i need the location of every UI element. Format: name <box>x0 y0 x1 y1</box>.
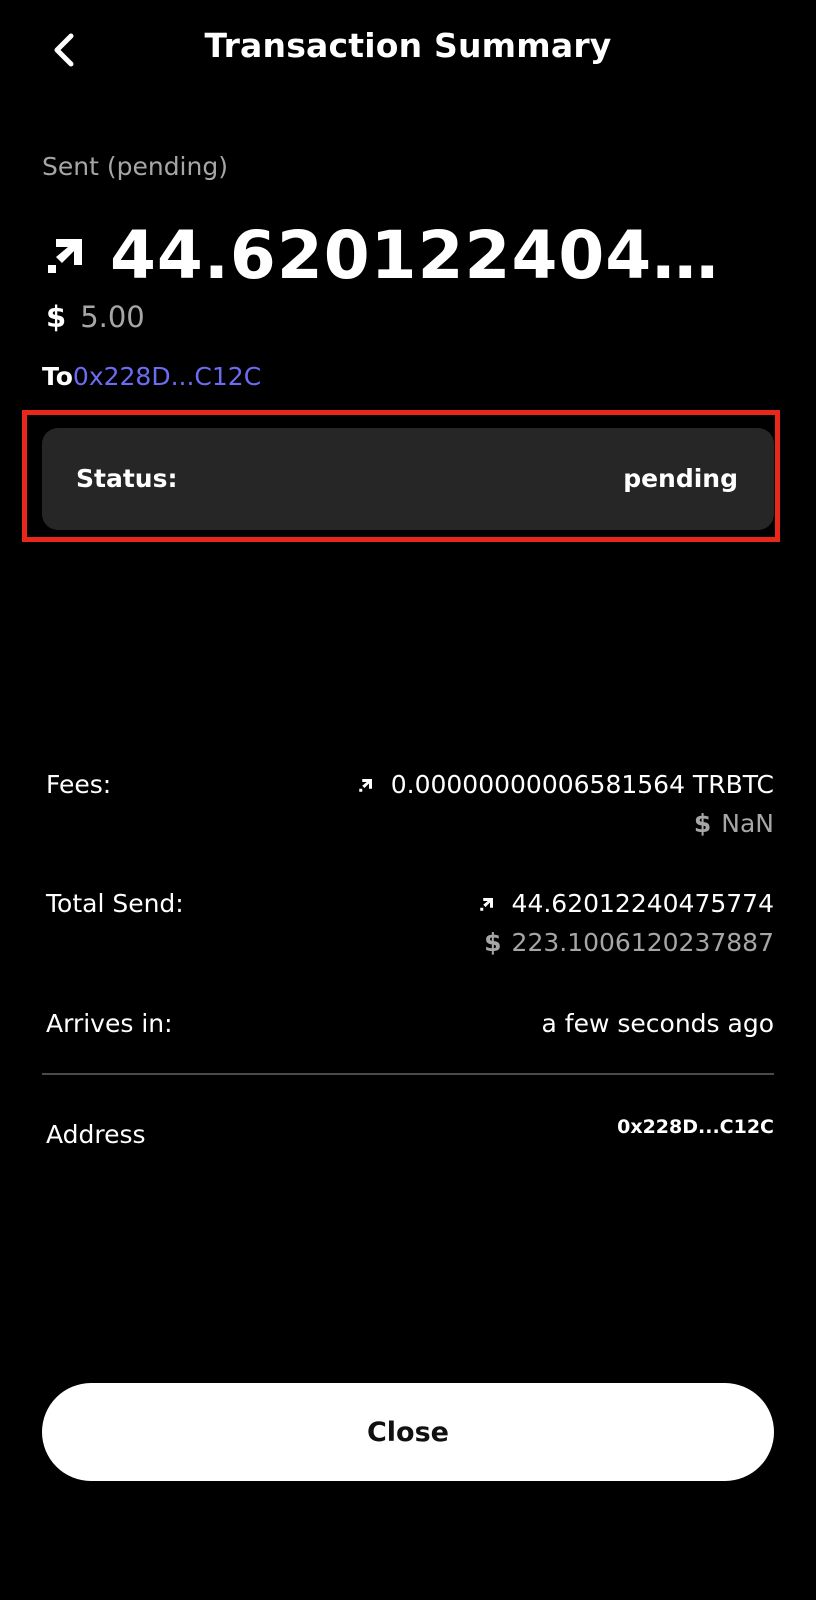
to-label: To <box>42 362 73 391</box>
arrives-in-value: a few seconds ago <box>541 1009 774 1038</box>
close-button[interactable]: Close <box>42 1383 774 1481</box>
arrow-up-right-icon <box>358 778 372 792</box>
arrow-up-right-icon <box>479 897 493 911</box>
status-card: Status: pending <box>42 428 774 530</box>
arrives-in-label: Arrives in: <box>46 1009 173 1038</box>
amount-value: 44.620122404757... <box>110 216 760 294</box>
total-send-label: Total Send: <box>46 889 184 918</box>
total-send-value: 44.62012240475774 <box>511 889 774 918</box>
fiat-amount: $ 5.00 <box>46 300 145 334</box>
amount-row: 44.620122404757... <box>42 212 782 298</box>
recipient-row: To 0x228D...C12C <box>42 362 261 391</box>
address-label: Address <box>46 1120 146 1149</box>
dollar-sign: $ <box>46 300 67 334</box>
fees-value: 0.00000000006581564 TRBTC <box>390 770 774 799</box>
page-title: Transaction Summary <box>204 26 612 65</box>
recipient-address-link[interactable]: 0x228D...C12C <box>73 362 261 391</box>
arrow-up-right-icon <box>48 239 82 273</box>
header: Transaction Summary <box>0 0 816 100</box>
status-value: pending <box>623 464 738 493</box>
fees-fiat-value: NaN <box>721 809 774 838</box>
fees-label: Fees: <box>46 770 112 799</box>
total-send-fiat-value: 223.1006120237887 <box>511 928 774 957</box>
fiat-value: 5.00 <box>80 300 145 334</box>
fees-value-group: 0.00000000006581564 TRBTC $ NaN <box>357 770 774 838</box>
dollar-sign: $ <box>484 928 502 957</box>
total-send-value-group: 44.62012240475774 $ 223.1006120237887 <box>478 889 774 957</box>
dollar-sign: $ <box>693 809 712 838</box>
status-label: Status: <box>76 464 178 493</box>
address-value: 0x228D...C12C <box>617 1116 774 1138</box>
divider <box>42 1073 774 1075</box>
sent-status-label: Sent (pending) <box>42 152 228 181</box>
